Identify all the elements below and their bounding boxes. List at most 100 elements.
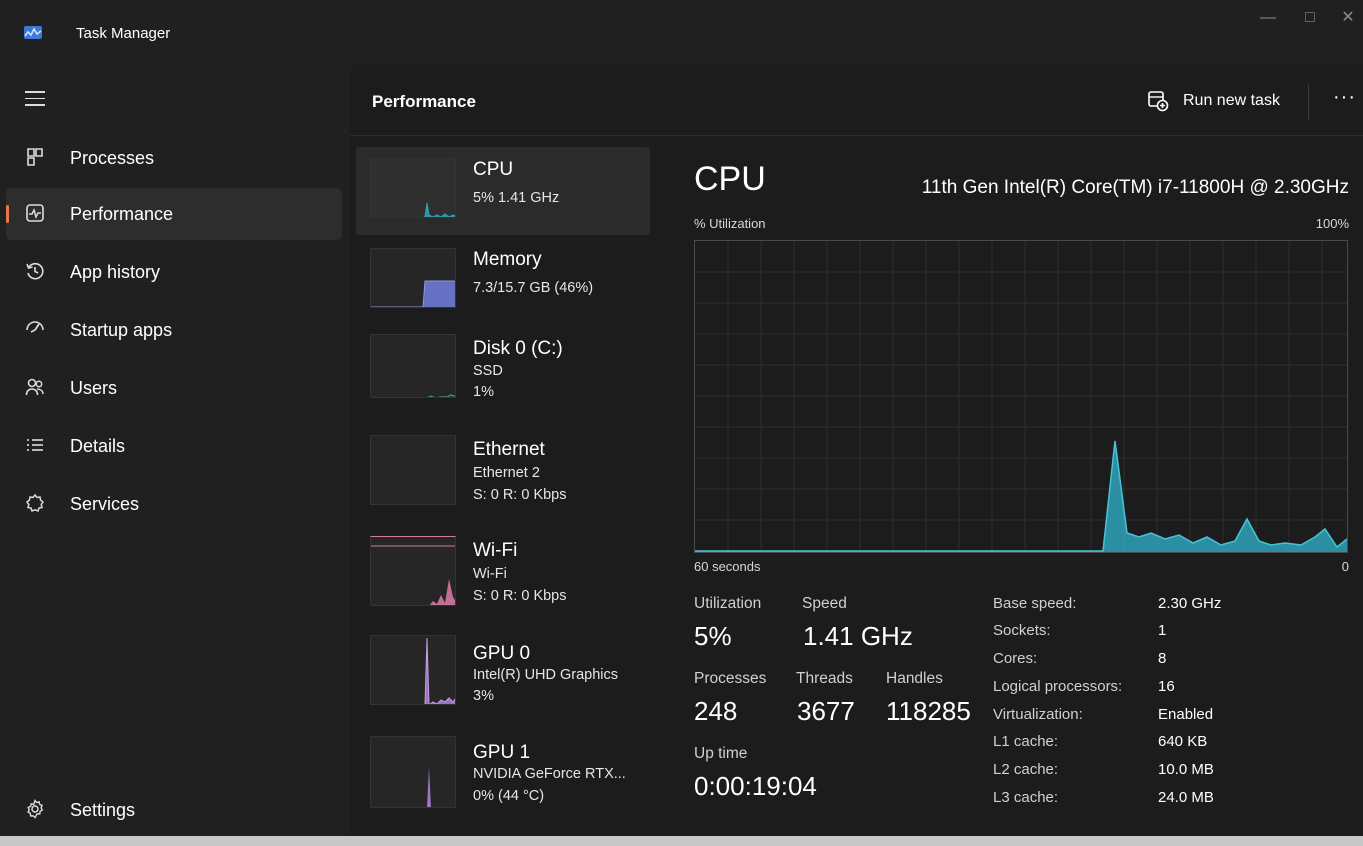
processes-icon: [27, 148, 43, 166]
close-button[interactable]: ✕: [1328, 8, 1363, 32]
task-manager-icon: [24, 26, 42, 39]
main-panel: Performance Run new task ··· CPU 5% 1.41…: [350, 64, 1363, 846]
threads-value: 3677: [797, 696, 855, 726]
sidebar-item-label: App history: [70, 262, 161, 282]
device-stat: Wi-Fi: [473, 566, 507, 582]
memory-thumbnail-graph: [370, 248, 456, 308]
processes-label: Processes: [694, 670, 767, 687]
spec-label-l2-cache: L2 cache:: [993, 761, 1059, 778]
sidebar-item-startup-apps[interactable]: Startup apps: [6, 304, 342, 356]
device-cpu[interactable]: CPU 5% 1.41 GHz: [356, 147, 650, 235]
utilization-max-label: 100%: [1315, 216, 1349, 231]
cpu-utilization-graph: [694, 240, 1348, 553]
device-wifi[interactable]: Wi-Fi Wi-Fi S: 0 R: 0 Kbps: [356, 528, 650, 616]
sidebar-item-performance[interactable]: Performance: [6, 188, 342, 240]
spec-label-sockets: Sockets:: [993, 622, 1051, 639]
users-icon: [25, 378, 44, 396]
sidebar: Processes Performance App history Startu…: [0, 64, 350, 846]
spec-label-cores: Cores:: [993, 650, 1038, 667]
sidebar-item-processes[interactable]: Processes: [6, 132, 342, 184]
device-memory[interactable]: Memory 7.3/15.7 GB (46%): [356, 237, 650, 325]
device-stat: S: 0 R: 0 Kbps: [473, 487, 567, 503]
device-name: Disk 0 (C:): [473, 338, 563, 359]
settings-button[interactable]: Settings: [6, 784, 342, 836]
spec-label-logical-processors: Logical processors:: [993, 678, 1123, 695]
device-stat: 3%: [473, 688, 494, 704]
more-options-button[interactable]: ···: [1333, 86, 1356, 109]
sidebar-item-label: Startup apps: [70, 320, 173, 340]
device-gpu0[interactable]: GPU 0 Intel(R) UHD Graphics 3%: [356, 627, 650, 715]
spec-value-l2-cache: 10.0 MB: [1158, 761, 1214, 778]
title-bar: Task Manager — □ ✕: [0, 0, 1363, 64]
settings-label: Settings: [70, 800, 136, 820]
threads-label: Threads: [796, 670, 853, 687]
sidebar-item-details[interactable]: Details: [6, 420, 342, 472]
sidebar-item-users[interactable]: Users: [6, 362, 342, 414]
run-new-task-button[interactable]: Run new task: [1147, 86, 1280, 116]
device-name: GPU 0: [473, 643, 531, 664]
cpu-thumbnail-graph: [370, 158, 456, 218]
utilization-value: 5%: [694, 621, 732, 651]
device-name: CPU: [473, 159, 514, 180]
graph-x-end-label: 0: [1341, 559, 1349, 574]
spec-value-l1-cache: 640 KB: [1158, 733, 1208, 750]
disk-thumbnail-graph: [370, 334, 456, 398]
sidebar-item-label: Processes: [70, 148, 155, 168]
spec-value-sockets: 1: [1158, 622, 1167, 639]
sidebar-item-app-history[interactable]: App history: [6, 246, 342, 298]
spec-value-base-speed: 2.30 GHz: [1158, 595, 1222, 612]
handles-label: Handles: [886, 670, 943, 687]
spec-value-virtualization: Enabled: [1158, 706, 1214, 723]
performance-icon: [26, 204, 44, 222]
gear-icon: [27, 799, 44, 819]
device-stat: Ethernet 2: [473, 465, 540, 481]
detail-title: CPU: [694, 160, 766, 198]
device-stat: Intel(R) UHD Graphics: [473, 667, 619, 683]
services-icon: [25, 493, 45, 512]
gpu0-thumbnail-graph: [370, 635, 456, 705]
run-task-icon: [1148, 91, 1169, 112]
device-stat: 5% 1.41 GHz: [473, 190, 560, 206]
startup-apps-icon: [26, 321, 44, 333]
device-gpu1[interactable]: GPU 1 NVIDIA GeForce RTX... 0% (44 °C): [356, 728, 650, 816]
details-icon: [27, 439, 43, 451]
sidebar-item-label: Details: [70, 436, 126, 456]
speed-label: Speed: [802, 595, 847, 612]
utilization-axis-label: % Utilization: [694, 216, 766, 231]
minimize-button[interactable]: —: [1248, 8, 1288, 32]
spec-value-logical-processors: 16: [1158, 678, 1175, 695]
device-stat: 1%: [473, 384, 494, 400]
device-name: Memory: [473, 249, 542, 270]
maximize-button[interactable]: □: [1290, 8, 1330, 32]
hamburger-menu-icon[interactable]: [25, 91, 45, 107]
cpu-model: 11th Gen Intel(R) Core(TM) i7-11800H @ 2…: [921, 177, 1349, 198]
speed-value: 1.41 GHz: [803, 621, 913, 651]
spec-label-l1-cache: L1 cache:: [993, 733, 1059, 750]
device-name: Ethernet: [473, 439, 545, 460]
spec-value-cores: 8: [1158, 650, 1167, 667]
device-stat: SSD: [473, 363, 503, 379]
spec-label-virtualization: Virtualization:: [993, 706, 1083, 723]
sidebar-item-label: Performance: [70, 204, 174, 224]
sidebar-item-label: Users: [70, 378, 118, 398]
page-title: Performance: [372, 92, 476, 111]
graph-x-start-label: 60 seconds: [694, 559, 761, 574]
wifi-thumbnail-graph: [370, 536, 456, 606]
device-stat: S: 0 R: 0 Kbps: [473, 588, 567, 604]
sidebar-item-services[interactable]: Services: [6, 478, 342, 530]
handles-value: 118285: [886, 696, 971, 726]
background-window-strip: [0, 836, 1363, 846]
processes-value: 248: [694, 696, 738, 726]
sidebar-item-label: Services: [70, 494, 140, 514]
spec-value-l3-cache: 24.0 MB: [1158, 789, 1214, 806]
app-history-icon: [26, 262, 44, 280]
spec-label-base-speed: Base speed:: [993, 595, 1077, 612]
device-name: GPU 1: [473, 742, 531, 763]
header-divider: [1308, 84, 1309, 120]
device-disk[interactable]: Disk 0 (C:) SSD 1%: [356, 326, 650, 414]
device-name: Wi-Fi: [473, 540, 518, 561]
window-title: Task Manager: [76, 25, 171, 42]
utilization-label: Utilization: [694, 595, 762, 612]
run-new-task-label: Run new task: [1183, 92, 1280, 109]
device-ethernet[interactable]: Ethernet Ethernet 2 S: 0 R: 0 Kbps: [356, 427, 650, 515]
